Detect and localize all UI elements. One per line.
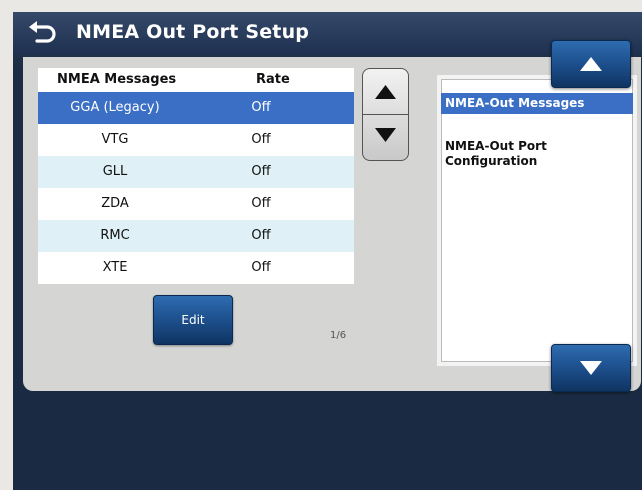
edit-button[interactable]: Edit — [153, 295, 233, 345]
table-row[interactable]: ZDA Off — [38, 188, 354, 220]
page-indicator: 1/6 — [330, 330, 347, 341]
triangle-up-icon — [580, 57, 602, 71]
rate-cell: Off — [251, 132, 271, 147]
message-cell: GLL — [102, 164, 128, 179]
table-row[interactable]: RMC Off — [38, 220, 354, 252]
triangle-down-icon — [375, 128, 396, 142]
table-row[interactable]: VTG Off — [38, 124, 354, 156]
title-bar: NMEA Out Port Setup — [13, 12, 642, 54]
content-panel: NMEA Messages Rate GGA (Legacy) Off VTG … — [23, 57, 641, 391]
rate-cell: Off — [251, 164, 271, 179]
table-scroll-down-button[interactable] — [363, 115, 408, 160]
message-cell: ZDA — [101, 196, 129, 211]
table-row[interactable]: GGA (Legacy) Off — [38, 92, 354, 124]
nmea-messages-table: NMEA Messages Rate GGA (Legacy) Off VTG … — [38, 68, 354, 284]
rate-cell: Off — [251, 100, 271, 115]
triangle-up-icon — [375, 85, 396, 99]
message-cell: XTE — [102, 260, 128, 275]
table-row[interactable]: XTE Off — [38, 252, 354, 284]
message-cell: VTG — [101, 132, 129, 147]
message-cell: GGA (Legacy) — [70, 100, 160, 115]
table-header: NMEA Messages Rate — [38, 68, 354, 92]
rate-cell: Off — [251, 196, 271, 211]
header-messages: NMEA Messages — [57, 72, 177, 87]
header-rate: Rate — [256, 72, 290, 87]
list-scroll-up-button[interactable] — [551, 40, 631, 88]
list-item-nmea-out-port-configuration[interactable]: NMEA-Out Port Configuration — [441, 136, 633, 172]
rate-cell: Off — [251, 260, 271, 275]
list-item-nmea-out-messages[interactable]: NMEA-Out Messages — [441, 93, 633, 114]
triangle-down-icon — [580, 361, 602, 375]
table-scroll-control — [362, 68, 409, 161]
back-arrow-icon[interactable] — [27, 21, 57, 45]
rate-cell: Off — [251, 228, 271, 243]
page-title: NMEA Out Port Setup — [76, 21, 310, 43]
message-cell: RMC — [100, 228, 130, 243]
setup-menu-list: NMEA-Out Messages NMEA-Out Port Configur… — [437, 75, 637, 366]
table-row[interactable]: GLL Off — [38, 156, 354, 188]
screen: NMEA Out Port Setup NMEA Messages Rate G… — [13, 12, 642, 490]
table-scroll-up-button[interactable] — [363, 69, 408, 114]
list-scroll-down-button[interactable] — [551, 344, 631, 392]
